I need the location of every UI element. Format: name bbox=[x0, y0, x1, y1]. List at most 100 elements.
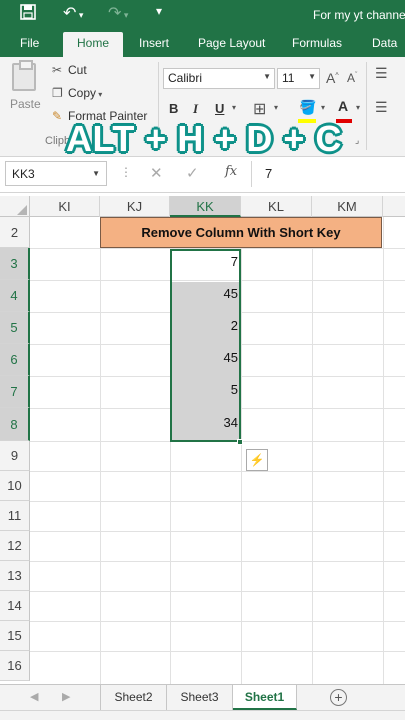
ribbon-divider bbox=[366, 62, 367, 150]
cell-kk7[interactable]: 5 bbox=[172, 382, 238, 397]
row-header[interactable]: 6 bbox=[0, 344, 30, 376]
formula-input[interactable]: 7 bbox=[265, 166, 272, 181]
undo-icon[interactable]: ↶ ▾ bbox=[63, 3, 83, 23]
copy-icon: ❐ bbox=[52, 86, 63, 100]
status-bar bbox=[0, 710, 405, 720]
sheet-tab-bar: ◀ ▶ Sheet2 Sheet3 Sheet1 + bbox=[0, 684, 405, 710]
sheet-tab-sheet3[interactable]: Sheet3 bbox=[167, 685, 233, 710]
gridline bbox=[30, 621, 405, 622]
font-size-select[interactable]: 11 ▼ bbox=[277, 68, 320, 89]
tab-home[interactable]: Home bbox=[63, 32, 124, 58]
copy-label: Copy bbox=[68, 86, 97, 100]
gridline bbox=[312, 217, 313, 684]
tab-page-layout[interactable]: Page Layout bbox=[198, 36, 265, 50]
row-header[interactable]: 5 bbox=[0, 312, 30, 344]
cell-kk6[interactable]: 45 bbox=[172, 350, 238, 365]
shortcut-overlay: ALT + H + D + C bbox=[66, 118, 342, 159]
row-header[interactable]: 15 bbox=[0, 621, 30, 651]
customize-icon[interactable]: ▾ bbox=[156, 4, 162, 18]
row-header[interactable]: 3 bbox=[0, 248, 30, 280]
font-size-value: 11 bbox=[282, 71, 295, 85]
row-header[interactable]: 9 bbox=[0, 441, 30, 471]
font-dialog-launcher-icon[interactable]: ⌟ bbox=[355, 135, 359, 146]
selected-range[interactable] bbox=[170, 249, 241, 442]
row-header[interactable]: 13 bbox=[0, 561, 30, 591]
paste-button[interactable]: Paste bbox=[10, 97, 41, 111]
chevron-down-icon: ▼ bbox=[308, 72, 316, 81]
borders-dropdown-icon[interactable]: ▾ bbox=[274, 103, 278, 112]
cut-label: Cut bbox=[68, 63, 87, 77]
prev-sheet-icon[interactable]: ◀ bbox=[30, 690, 38, 703]
window-title: For my yt channe bbox=[313, 8, 405, 22]
italic-button[interactable]: I bbox=[193, 101, 198, 117]
cut-button[interactable]: ✂ Cut bbox=[52, 63, 87, 77]
cell-kk8[interactable]: 34 bbox=[172, 415, 238, 430]
increase-font-icon[interactable]: A^ bbox=[326, 70, 339, 86]
redo-icon[interactable]: ↷ ▾ bbox=[108, 3, 128, 23]
fill-color-icon[interactable]: 🪣 bbox=[299, 99, 316, 116]
gridline bbox=[30, 531, 405, 532]
gridline bbox=[100, 217, 101, 684]
gridline bbox=[30, 561, 405, 562]
row-header[interactable]: 16 bbox=[0, 651, 30, 681]
name-box-value: KK3 bbox=[12, 167, 35, 181]
font-name-select[interactable]: Calibri ▼ bbox=[163, 68, 275, 89]
paste-icon[interactable] bbox=[12, 60, 36, 91]
row-header[interactable]: 11 bbox=[0, 501, 30, 531]
column-header-km[interactable]: KM bbox=[312, 196, 383, 217]
drag-handle-icon[interactable]: ⋮ bbox=[120, 165, 132, 179]
worksheet-grid[interactable]: KI KJ KK KL KM 2 3 4 5 6 7 8 9 10 11 12 … bbox=[0, 196, 405, 684]
cell-kk3[interactable]: 7 bbox=[172, 254, 238, 269]
gridline bbox=[30, 651, 405, 652]
sheet-tab-sheet2[interactable]: Sheet2 bbox=[100, 685, 167, 710]
sheet-tab-sheet1[interactable]: Sheet1 bbox=[233, 685, 297, 710]
underline-dropdown-icon[interactable]: ▾ bbox=[232, 103, 236, 112]
formula-bar: KK3 ▼ ⋮ ✕ ✓ fx 7 bbox=[0, 157, 405, 193]
column-header-kl[interactable]: KL bbox=[241, 196, 312, 217]
row-header[interactable]: 14 bbox=[0, 591, 30, 621]
row-header[interactable]: 4 bbox=[0, 280, 30, 312]
align-left-icon[interactable]: ☰ bbox=[375, 99, 388, 116]
row-header[interactable]: 2 bbox=[0, 217, 30, 248]
tab-file[interactable]: File bbox=[20, 36, 39, 50]
row-header[interactable]: 10 bbox=[0, 471, 30, 501]
add-sheet-button[interactable]: + bbox=[330, 689, 347, 706]
enter-icon[interactable]: ✓ bbox=[186, 164, 199, 182]
gridline bbox=[241, 217, 242, 684]
tab-insert[interactable]: Insert bbox=[139, 36, 169, 50]
gridline bbox=[30, 591, 405, 592]
cell-kk5[interactable]: 2 bbox=[172, 318, 238, 333]
decrease-font-icon[interactable]: Aˇ bbox=[347, 71, 357, 85]
gridline bbox=[30, 471, 405, 472]
tab-data[interactable]: Data bbox=[372, 36, 397, 50]
select-all-button[interactable] bbox=[0, 196, 30, 217]
name-box[interactable]: KK3 ▼ bbox=[5, 161, 107, 186]
font-color-dropdown-icon[interactable]: ▾ bbox=[356, 103, 360, 112]
fill-handle[interactable] bbox=[237, 439, 243, 445]
insert-function-button[interactable]: fx bbox=[225, 164, 237, 179]
chevron-down-icon: ▼ bbox=[92, 169, 100, 178]
font-color-icon[interactable]: A bbox=[338, 98, 348, 114]
save-icon[interactable] bbox=[20, 4, 36, 25]
underline-button[interactable]: U bbox=[215, 101, 224, 116]
tab-formulas[interactable]: Formulas bbox=[292, 36, 342, 50]
title-cell[interactable]: Remove Column With Short Key bbox=[100, 217, 382, 248]
bold-button[interactable]: B bbox=[169, 101, 178, 116]
row-header[interactable]: 8 bbox=[0, 408, 30, 441]
font-name-value: Calibri bbox=[168, 71, 203, 85]
borders-icon[interactable]: ⊞ bbox=[253, 99, 266, 119]
row-header[interactable]: 7 bbox=[0, 376, 30, 408]
column-header-kk[interactable]: KK bbox=[170, 196, 241, 217]
column-header-kj[interactable]: KJ bbox=[100, 196, 170, 217]
align-top-icon[interactable]: ☰ bbox=[375, 65, 388, 82]
quick-analysis-icon[interactable]: ⚡ bbox=[246, 449, 268, 471]
fill-dropdown-icon[interactable]: ▾ bbox=[321, 103, 325, 112]
column-header-row: KI KJ KK KL KM bbox=[0, 196, 405, 217]
cell-kk4[interactable]: 45 bbox=[172, 286, 238, 301]
scissors-icon: ✂ bbox=[52, 63, 63, 77]
column-header-ki[interactable]: KI bbox=[30, 196, 100, 217]
copy-button[interactable]: ❐ Copy ▾ bbox=[52, 86, 102, 100]
next-sheet-icon[interactable]: ▶ bbox=[62, 690, 70, 703]
cancel-icon[interactable]: ✕ bbox=[150, 164, 163, 182]
row-header[interactable]: 12 bbox=[0, 531, 30, 561]
